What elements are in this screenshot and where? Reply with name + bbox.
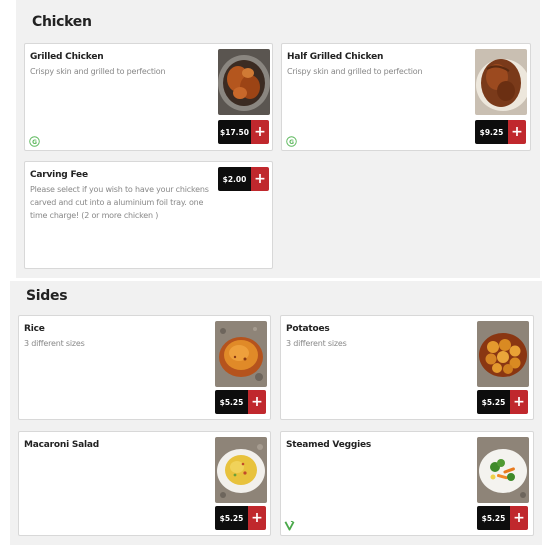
add-to-cart-potatoes[interactable]: $5.25 + xyxy=(477,390,528,414)
sides-section: Sides Rice 3 different sizes $5.25 + Pot… xyxy=(10,281,542,545)
macaroni-salad-photo[interactable] xyxy=(215,437,267,503)
item-description: Crispy skin and grilled to perfection xyxy=(287,67,423,76)
plus-icon[interactable]: + xyxy=(510,506,528,530)
plus-icon[interactable]: + xyxy=(248,506,266,530)
price-label: $5.25 xyxy=(215,506,248,530)
plus-icon[interactable]: + xyxy=(251,167,269,191)
price-label: $17.50 xyxy=(218,120,251,144)
item-name: Potatoes xyxy=(286,324,330,334)
vegan-icon xyxy=(284,520,295,531)
chicken-section: Chicken Grilled Chicken Crispy skin and … xyxy=(16,0,540,278)
section-title-chicken: Chicken xyxy=(32,14,92,30)
steamed-veggies-photo[interactable] xyxy=(477,437,529,503)
menu-item-carving-fee[interactable]: Carving Fee Please select if you wish to… xyxy=(24,161,273,269)
add-to-cart-rice[interactable]: $5.25 + xyxy=(215,390,266,414)
plus-icon[interactable]: + xyxy=(248,390,266,414)
menu-item-potatoes[interactable]: Potatoes 3 different sizes $5.25 + xyxy=(280,315,534,420)
menu-item-rice[interactable]: Rice 3 different sizes $5.25 + xyxy=(18,315,271,420)
potatoes-photo[interactable] xyxy=(477,321,529,387)
item-description: 3 different sizes xyxy=(24,339,85,348)
section-title-sides: Sides xyxy=(26,288,68,304)
plus-icon[interactable]: + xyxy=(251,120,269,144)
add-to-cart-grilled-chicken[interactable]: $17.50 + xyxy=(218,120,269,144)
item-name: Steamed Veggies xyxy=(286,440,372,450)
price-label: $5.25 xyxy=(477,506,510,530)
add-to-cart-steamed-veggies[interactable]: $5.25 + xyxy=(477,506,528,530)
add-to-cart-macaroni-salad[interactable]: $5.25 + xyxy=(215,506,266,530)
item-name: Half Grilled Chicken xyxy=(287,52,384,62)
add-to-cart-carving-fee[interactable]: $2.00 + xyxy=(218,167,269,191)
svg-text:G: G xyxy=(289,139,294,146)
add-to-cart-half-grilled-chicken[interactable]: $9.25 + xyxy=(475,120,526,144)
item-name: Rice xyxy=(24,324,45,334)
plus-icon[interactable]: + xyxy=(510,390,528,414)
price-label: $2.00 xyxy=(218,167,251,191)
item-description: Crispy skin and grilled to perfection xyxy=(30,67,166,76)
item-description: 3 different sizes xyxy=(286,339,347,348)
gluten-free-icon: G xyxy=(286,136,297,147)
menu-item-grilled-chicken[interactable]: Grilled Chicken Crispy skin and grilled … xyxy=(24,43,273,151)
gluten-free-icon: G xyxy=(29,136,40,147)
rice-photo[interactable] xyxy=(215,321,267,387)
menu-item-steamed-veggies[interactable]: Steamed Veggies $5.25 + xyxy=(280,431,534,536)
price-label: $5.25 xyxy=(477,390,510,414)
price-label: $5.25 xyxy=(215,390,248,414)
grilled-chicken-photo[interactable] xyxy=(218,49,270,115)
menu-item-half-grilled-chicken[interactable]: Half Grilled Chicken Crispy skin and gri… xyxy=(281,43,531,151)
price-label: $9.25 xyxy=(475,120,508,144)
half-grilled-chicken-photo[interactable] xyxy=(475,49,527,115)
item-description: Please select if you wish to have your c… xyxy=(30,185,209,220)
menu-item-macaroni-salad[interactable]: Macaroni Salad $5.25 + xyxy=(18,431,271,536)
item-name: Grilled Chicken xyxy=(30,52,104,62)
item-name: Carving Fee xyxy=(30,170,88,180)
svg-text:G: G xyxy=(32,139,37,146)
item-name: Macaroni Salad xyxy=(24,440,100,450)
plus-icon[interactable]: + xyxy=(508,120,526,144)
